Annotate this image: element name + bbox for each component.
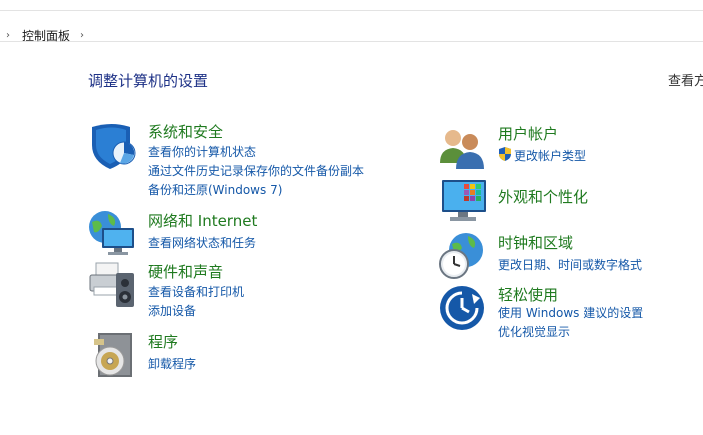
users-icon[interactable] — [438, 123, 486, 171]
clock-globe-icon[interactable] — [438, 232, 486, 280]
link-optimize-visual-display[interactable]: 优化视觉显示 — [498, 323, 570, 340]
link-file-history[interactable]: 通过文件历史记录保存你的文件备份副本 — [148, 162, 364, 179]
link-view-computer-status[interactable]: 查看你的计算机状态 — [148, 143, 256, 160]
network-globe-icon[interactable] — [88, 210, 136, 258]
address-bar[interactable]: › 控制面板 › — [0, 11, 703, 44]
link-devices-printers[interactable]: 查看设备和打印机 — [148, 283, 244, 300]
category-title-network[interactable]: 网络和 Internet — [148, 210, 257, 231]
link-backup-restore[interactable]: 备份和还原(Windows 7) — [148, 181, 282, 198]
breadcrumb-chevron-icon[interactable]: › — [80, 30, 84, 41]
ease-of-access-icon[interactable] — [438, 284, 486, 332]
view-by-label[interactable]: 查看方式 — [668, 70, 703, 89]
link-change-date-time[interactable]: 更改日期、时间或数字格式 — [498, 256, 642, 273]
category-title-ease-of-access[interactable]: 轻松使用 — [498, 284, 558, 305]
link-network-status[interactable]: 查看网络状态和任务 — [148, 234, 256, 251]
system-security-shield-icon[interactable] — [88, 121, 136, 169]
breadcrumb-control-panel[interactable]: 控制面板 — [22, 27, 70, 44]
category-title-programs[interactable]: 程序 — [148, 331, 178, 352]
category-title-user-accounts[interactable]: 用户帐户 — [498, 123, 558, 144]
link-windows-recommended-settings[interactable]: 使用 Windows 建议的设置 — [498, 304, 643, 321]
monitor-palette-icon[interactable] — [438, 176, 486, 224]
category-title-clock-region[interactable]: 时钟和区域 — [498, 232, 573, 253]
printer-speaker-icon[interactable] — [88, 261, 136, 309]
link-change-account-type[interactable]: 更改帐户类型 — [514, 147, 586, 164]
link-uninstall-program[interactable]: 卸载程序 — [148, 355, 196, 372]
link-add-device[interactable]: 添加设备 — [148, 302, 196, 319]
category-title-hardware[interactable]: 硬件和声音 — [148, 261, 223, 282]
programs-disk-icon[interactable] — [88, 331, 136, 379]
page-title: 调整计算机的设置 — [88, 72, 209, 90]
category-title-appearance[interactable]: 外观和个性化 — [498, 186, 588, 207]
uac-shield-icon — [499, 147, 511, 161]
breadcrumb-back-chevron-icon[interactable]: › — [6, 30, 10, 41]
window-top-edge — [0, 0, 703, 11]
category-title-system[interactable]: 系统和安全 — [148, 121, 223, 142]
